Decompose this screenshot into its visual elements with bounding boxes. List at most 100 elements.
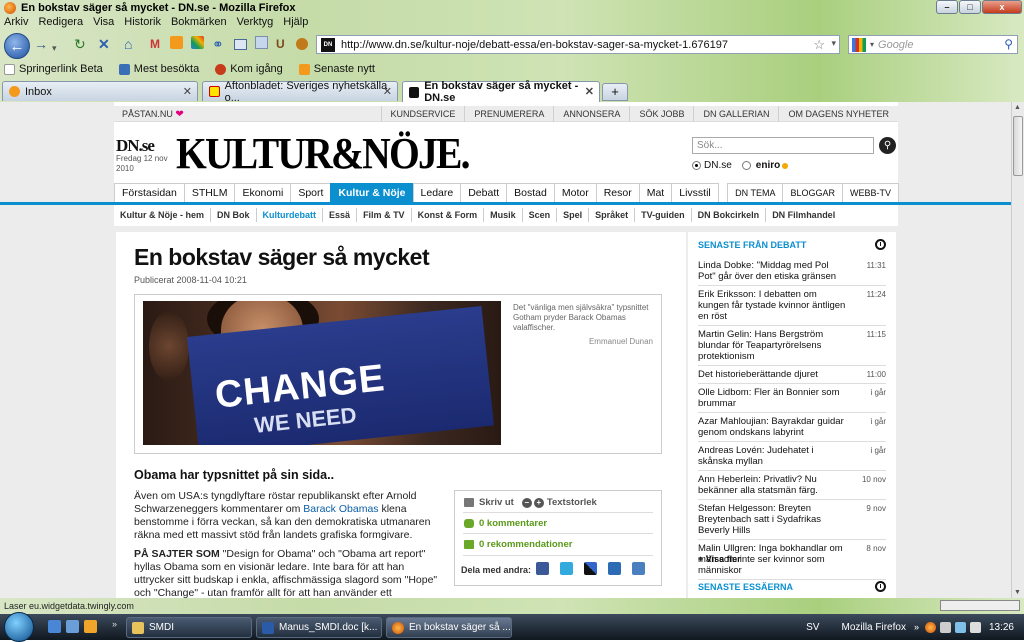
subnav-dn-bokcirkeln[interactable]: DN Bokcirkeln	[692, 208, 767, 222]
toplink-dn-gallerian[interactable]: DN GALLERIAN	[693, 106, 778, 122]
bookmark-senaste-nytt[interactable]: Senaste nytt	[298, 63, 375, 75]
subnav-musik[interactable]: Musik	[484, 208, 523, 222]
subnav-kulturdebatt[interactable]: Kulturdebatt	[257, 208, 324, 222]
toplink-annonsera[interactable]: ANNONSERA	[553, 106, 629, 122]
close-button[interactable]: x	[982, 0, 1022, 14]
radio-eniro[interactable]	[741, 161, 751, 170]
subnav-dn-bok[interactable]: DN Bok	[211, 208, 257, 222]
nav-livsstil[interactable]: Livsstil	[671, 183, 719, 202]
site-search-input[interactable]: Sök...	[692, 137, 874, 154]
scroll-up-icon[interactable]: ▲	[1014, 104, 1021, 111]
nav-debatt[interactable]: Debatt	[460, 183, 508, 202]
twitter-icon[interactable]	[560, 562, 573, 575]
tray-app-icon[interactable]	[939, 621, 951, 633]
nav-bostad[interactable]: Bostad	[506, 183, 555, 202]
list-item[interactable]: Azar Mahloujian: Bayrakdar guidar genom …	[698, 413, 886, 442]
start-button[interactable]	[4, 612, 34, 642]
list-item[interactable]: Olle Lidbom: Fler än Bonnier som brummar…	[698, 384, 886, 413]
list-item[interactable]: Linda Dobke: "Middag med Pol Pot" går öv…	[698, 257, 886, 286]
tab-dn-article[interactable]: En bokstav säger så mycket - DN.se ✕	[402, 80, 600, 104]
search-engine-dropdown-icon[interactable]: ▾	[870, 40, 874, 49]
tab-aftonbladet[interactable]: Aftonbladet: Sveriges nyhetskälla o... ✕	[202, 80, 398, 104]
reload-icon[interactable]: ↻	[74, 36, 86, 52]
nav-ledare[interactable]: Ledare	[412, 183, 462, 202]
close-tab-icon[interactable]: ✕	[585, 85, 594, 98]
bookmark-mest-besokta[interactable]: Mest besökta	[118, 63, 199, 75]
taskbar-item-smdi[interactable]: SMDI	[126, 617, 252, 638]
menu-verktyg[interactable]: Verktyg	[237, 16, 274, 32]
sidebar-heading-debatt[interactable]: SENASTE FRÅN DEBATT	[698, 240, 806, 250]
menu-historik[interactable]: Historik	[124, 16, 161, 32]
list-item[interactable]: Det historieberättande djuret 11:00	[698, 366, 886, 384]
rss-icon[interactable]	[170, 36, 183, 49]
facebook-icon[interactable]	[536, 562, 549, 575]
screenshot-icon[interactable]	[255, 36, 268, 49]
nav-mat[interactable]: Mat	[638, 183, 673, 202]
addon-icon[interactable]	[296, 38, 308, 50]
menu-bokmarken[interactable]: Bokmärken	[171, 16, 227, 32]
sidebar-heading-essaer[interactable]: SENASTE ESSÄERNA	[698, 582, 793, 592]
back-button[interactable]: ←	[4, 33, 30, 59]
barack-obama-link[interactable]: Barack Obamas	[303, 503, 378, 515]
subnav-dn-filmhandel[interactable]: DN Filmhandel	[766, 208, 841, 222]
nav-sport[interactable]: Sport	[290, 183, 332, 202]
subnav-scen[interactable]: Scen	[523, 208, 558, 222]
subnav-kultur-hem[interactable]: Kultur & Nöje - hem	[114, 208, 212, 222]
dn-logo[interactable]: DN.se	[116, 136, 155, 156]
menu-redigera[interactable]: Redigera	[38, 16, 83, 32]
list-item[interactable]: Martin Gelin: Hans Bergström blundar för…	[698, 326, 886, 366]
url-bar[interactable]: DN http://www.dn.se/kultur-noje/debatt-e…	[316, 35, 840, 54]
search-icon[interactable]: ⚲	[1004, 37, 1013, 51]
taskbar-item-word[interactable]: Manus_SMDI.doc [k...	[256, 617, 382, 638]
google-toolbar-icon[interactable]	[191, 36, 204, 49]
bookmark-kom-igang[interactable]: Kom igång	[215, 63, 283, 75]
menu-visa[interactable]: Visa	[93, 16, 114, 32]
minus-icon[interactable]: –	[521, 497, 532, 508]
radio-dnse[interactable]	[692, 161, 701, 170]
pastan-link[interactable]: PÅSTAN.NU ❤	[122, 109, 184, 120]
address-toolbar-label[interactable]: Mozilla Firefox	[841, 622, 905, 633]
media-icon[interactable]	[84, 620, 97, 633]
textsize-label[interactable]: Textstorlek	[547, 497, 597, 508]
bookmark-springerlink[interactable]: Springerlink Beta	[4, 63, 103, 75]
scroll-down-icon[interactable]: ▼	[1014, 589, 1021, 596]
stop-icon[interactable]: ✕	[98, 36, 110, 52]
pusha-icon[interactable]	[608, 562, 621, 575]
toolbar-more-icon[interactable]: »	[914, 622, 919, 632]
nav-dn-tema[interactable]: DN TEMA	[727, 183, 784, 202]
toplink-sok-jobb[interactable]: SÖK JOBB	[629, 106, 693, 122]
list-item[interactable]: Ann Heberlein: Privatliv? Nu bekänner al…	[698, 471, 886, 500]
menu-arkiv[interactable]: Arkiv	[4, 16, 28, 32]
google-icon[interactable]	[852, 37, 866, 52]
tray-firefox-icon[interactable]	[924, 621, 936, 633]
toplink-prenumerera[interactable]: PRENUMERERA	[464, 106, 553, 122]
site-search-button[interactable]: ⚲	[879, 137, 896, 154]
link-icon[interactable]: ⚭	[212, 36, 224, 52]
email-share-icon[interactable]	[632, 562, 645, 575]
bookmark-tool-icon[interactable]: U	[276, 36, 285, 52]
url-text[interactable]: http://www.dn.se/kultur-noje/debatt-essa…	[341, 39, 728, 51]
nav-resor[interactable]: Resor	[595, 183, 640, 202]
list-item[interactable]: Erik Eriksson: I debatten om kungen får …	[698, 286, 886, 326]
clock-time[interactable]: 13:26	[989, 622, 1014, 633]
plus-icon[interactable]: +	[533, 497, 544, 508]
close-tab-icon[interactable]: ✕	[183, 85, 192, 98]
article-photo[interactable]: CHANGE WE NEED	[143, 301, 501, 445]
toplink-om-dn[interactable]: OM DAGENS NYHETER	[778, 106, 898, 122]
home-icon[interactable]: ⌂	[124, 36, 132, 52]
print-button[interactable]: Skriv ut – + Textstorlek	[464, 497, 597, 508]
nav-forstasidan[interactable]: Förstasidan	[114, 183, 185, 202]
list-item[interactable]: Andreas Lovén: Judehatet i skånska mylla…	[698, 442, 886, 471]
quick-launch-more-icon[interactable]: »	[112, 619, 117, 629]
nav-kultur-noje[interactable]: Kultur & Nöje	[330, 183, 414, 202]
subnav-tv-guiden[interactable]: TV-guiden	[635, 208, 692, 222]
close-tab-icon[interactable]: ✕	[383, 85, 392, 98]
tab-inbox[interactable]: Inbox ✕	[2, 81, 198, 101]
nav-sthlm[interactable]: STHLM	[183, 183, 236, 202]
nav-ekonomi[interactable]: Ekonomi	[234, 183, 292, 202]
show-desktop-icon[interactable]	[48, 620, 61, 633]
subnav-film-tv[interactable]: Film & TV	[357, 208, 412, 222]
minimize-button[interactable]: –	[936, 0, 958, 14]
show-more-link[interactable]: + Visa fler	[698, 554, 741, 564]
toplink-kundservice[interactable]: KUNDSERVICE	[380, 106, 465, 122]
